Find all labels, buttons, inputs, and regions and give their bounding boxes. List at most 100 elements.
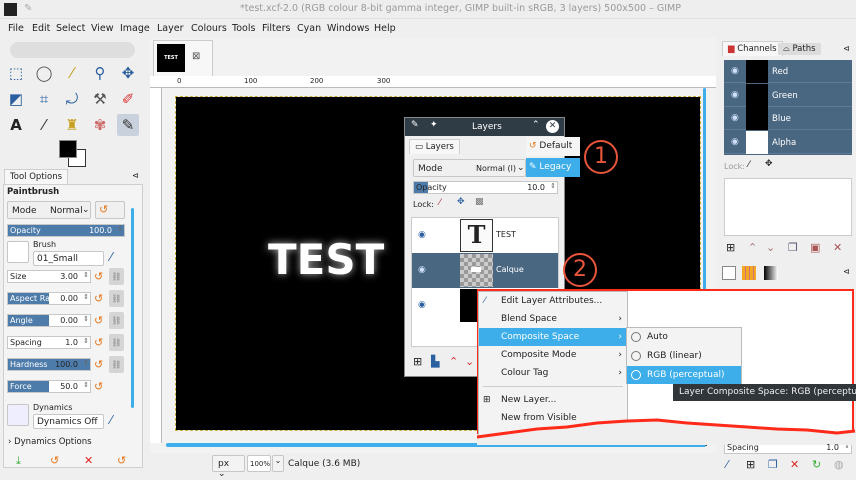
lock-position-icon[interactable]: ✥	[457, 197, 465, 207]
restore-options-icon[interactable]: ↺	[50, 454, 59, 467]
pin-icon[interactable]: ✎	[24, 3, 32, 14]
refresh-brushes-icon[interactable]: ↻	[812, 458, 821, 471]
heal-icon[interactable]: ✾	[89, 114, 111, 136]
visibility-eye-icon[interactable]: ◉	[731, 113, 739, 123]
new-channel-icon[interactable]: ⊞	[726, 241, 735, 254]
raise-layer-icon[interactable]: ⌃	[449, 355, 458, 368]
default-button[interactable]: ↺ Default	[526, 137, 580, 156]
edit-brush-icon[interactable]: ⁄	[726, 458, 728, 471]
force-slider[interactable]: Force 50.0 ⇕	[7, 380, 91, 393]
menu-help[interactable]: Help	[374, 23, 396, 34]
dynamics-field[interactable]: Dynamics Off	[33, 414, 104, 429]
tab-brushes[interactable]	[722, 266, 736, 280]
zoom-dropdown[interactable]: ⌄	[272, 455, 284, 472]
spacing-slider[interactable]: Spacing 1.0 ⇕	[7, 336, 91, 349]
menu-item-colour-tag[interactable]: Colour Tag ›	[479, 364, 627, 382]
menu-item-new-layer[interactable]: ⊞ New Layer...	[479, 391, 627, 409]
close-icon[interactable]: ✕	[546, 120, 559, 133]
link-icon[interactable]: ⛓	[109, 312, 124, 329]
transform-icon[interactable]: ⤾	[61, 88, 83, 110]
layer-opacity-slider[interactable]: Opacity 10.0 ⇕	[413, 181, 558, 194]
delete-channel-icon[interactable]: ✕	[833, 241, 842, 254]
zoom-field[interactable]: 100%	[247, 455, 271, 472]
menu-item-composite-mode[interactable]: Composite Mode ›	[479, 346, 627, 364]
visibility-eye-icon[interactable]: ◉	[731, 90, 739, 100]
link-icon[interactable]: ⛓	[109, 334, 124, 351]
reset-icon[interactable]: ↺	[94, 292, 103, 305]
menu-file[interactable]: File	[8, 23, 24, 34]
fuzzy-select-icon[interactable]: ⁄	[61, 62, 83, 84]
tab-patterns[interactable]	[742, 266, 756, 280]
layers-dialog-header[interactable]: ✎ ✦ Layers ⌃ ✕	[405, 118, 564, 136]
channel-row-blue[interactable]: ◉ Blue	[724, 107, 852, 130]
menu-cyan[interactable]: Cyan	[297, 23, 321, 34]
text-tool-icon[interactable]: A	[5, 114, 27, 136]
foreground-select-icon[interactable]: ⚲	[89, 62, 111, 84]
layer-mode-select[interactable]: Mode Normal (l) ⌄	[413, 159, 526, 177]
aspect-ratio-slider[interactable]: Aspect Ratio 0.00 ⇕	[7, 292, 91, 305]
menu-filters[interactable]: Filters	[262, 23, 290, 34]
new-layer-icon[interactable]: ⊞	[413, 355, 422, 368]
edit-dynamics-icon[interactable]: ⁄	[110, 413, 112, 427]
menu-view[interactable]: View	[91, 23, 114, 34]
opacity-slider[interactable]: Opacity 100.0 ⇕	[7, 224, 125, 237]
hardness-slider[interactable]: Hardness 100.0 ⇕	[7, 358, 91, 371]
tab-channels[interactable]: ▆ Channels	[722, 41, 783, 56]
visibility-eye-icon[interactable]: ◉	[418, 265, 426, 275]
duplicate-channel-icon[interactable]: ❐	[788, 241, 798, 254]
layer-row-selected[interactable]: ◉ Calque	[412, 253, 558, 288]
tab-gradients[interactable]	[764, 266, 778, 280]
menu-tools[interactable]: Tools	[232, 23, 255, 34]
panel-menu-icon[interactable]: ⊲	[843, 44, 850, 53]
unit-select[interactable]: px ⌄	[212, 455, 245, 479]
dynamics-preview[interactable]	[7, 404, 29, 426]
delete-brush-icon[interactable]: ✕	[790, 458, 799, 471]
menu-select[interactable]: Select	[56, 23, 85, 34]
lasso-icon[interactable]: ◯	[33, 62, 55, 84]
reset-icon[interactable]: ↺	[94, 380, 103, 393]
channel-row-red[interactable]: ◉ Red	[724, 60, 852, 83]
link-icon[interactable]: ⛓	[109, 356, 124, 373]
tab-layers[interactable]: ▭ Layers	[409, 139, 460, 154]
tool-options-scrollbar[interactable]	[131, 208, 134, 408]
move-tool-icon[interactable]: ✥	[117, 62, 139, 84]
size-slider[interactable]: Size 3.00 ⇕	[7, 270, 91, 283]
edit-brush-icon[interactable]: ⁄	[110, 250, 112, 264]
mode-select[interactable]: Mode Normal ⌄	[7, 201, 91, 219]
reset-icon[interactable]: ↺	[94, 314, 103, 327]
raise-channel-icon[interactable]: ⌃	[748, 241, 757, 254]
delete-options-icon[interactable]: ✕	[84, 454, 93, 467]
color-picker-icon[interactable]: ⁄	[33, 114, 55, 136]
brush-name-field[interactable]: 01_Small	[33, 251, 104, 266]
menu-layer[interactable]: Layer	[157, 23, 184, 34]
reset-icon[interactable]: ↺	[94, 270, 103, 283]
lower-channel-icon[interactable]: ⌄	[766, 241, 775, 254]
lower-layer-icon[interactable]: ⌄	[465, 355, 474, 368]
rect-select-icon[interactable]: ⬚	[5, 62, 27, 84]
foreground-color-swatch[interactable]	[59, 140, 77, 158]
tab-paths[interactable]: ⌓ Paths	[778, 43, 821, 55]
new-brush-icon[interactable]: ⊞	[746, 458, 755, 471]
pin-icon[interactable]: ✦	[430, 120, 438, 130]
reset-icon[interactable]: ↺	[94, 358, 103, 371]
link-icon[interactable]: ⛓	[109, 290, 124, 307]
layer-row[interactable]: ◉ T TEST	[412, 218, 558, 253]
duplicate-brush-icon[interactable]: ❐	[768, 458, 778, 471]
channel-row-alpha[interactable]: ◉ Alpha	[724, 130, 852, 154]
radio-auto[interactable]: Auto	[627, 328, 741, 346]
menu-windows[interactable]: Windows	[327, 23, 369, 34]
new-group-icon[interactable]: ▙	[431, 355, 439, 368]
angle-slider[interactable]: Angle 0.00 ⇕	[7, 314, 91, 327]
clone-icon[interactable]: ♜	[61, 114, 83, 136]
visibility-eye-icon[interactable]: ◉	[731, 137, 739, 147]
lock-position-icon[interactable]: ✥	[765, 159, 773, 169]
menu-item-edit-layer-attributes[interactable]: ⁄ Edit Layer Attributes...	[479, 292, 627, 310]
open-brush-icon[interactable]: ◍	[834, 458, 844, 471]
link-icon[interactable]: ⛓	[109, 268, 124, 285]
menu-item-composite-space[interactable]: Composite Space ›	[479, 328, 627, 346]
channel-to-selection-icon[interactable]: ▣	[810, 241, 820, 254]
tab-tool-options[interactable]: Tool Options	[4, 169, 69, 184]
channel-row-green[interactable]: ◉ Green	[724, 83, 852, 107]
lock-alpha-icon[interactable]: ▩	[475, 197, 484, 207]
panel-menu-icon[interactable]: ⊲	[843, 267, 850, 276]
